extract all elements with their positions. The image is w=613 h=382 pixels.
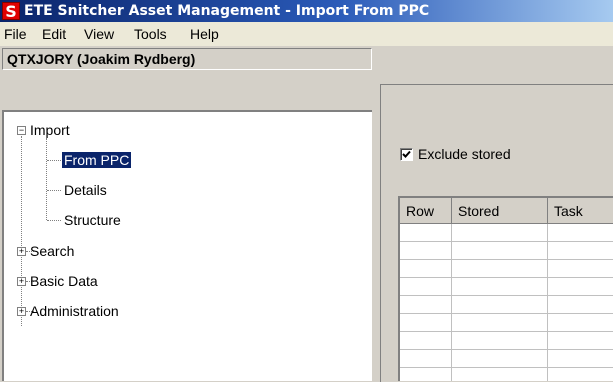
menu-help[interactable]: Help — [188, 25, 221, 43]
table-row[interactable] — [400, 314, 613, 332]
table-row[interactable] — [400, 332, 613, 350]
table-row[interactable] — [400, 242, 613, 260]
expand-icon[interactable]: + — [17, 247, 26, 256]
tree-item-label: Details — [64, 182, 107, 198]
expand-icon[interactable]: + — [17, 307, 26, 316]
column-header-task[interactable]: Task — [548, 198, 613, 224]
table-row[interactable] — [400, 296, 613, 314]
tree-item-administration[interactable]: Administration — [30, 302, 119, 320]
app-icon[interactable]: S — [2, 2, 20, 21]
tree-item-label: Search — [30, 243, 75, 259]
expand-icon[interactable]: + — [17, 277, 26, 286]
tree-item-details[interactable]: Details — [64, 181, 107, 199]
tree-item-import[interactable]: Import — [30, 121, 70, 139]
title-bar[interactable]: S ETE Snitcher Asset Management - Import… — [0, 0, 613, 22]
tree-item-label: Import — [30, 122, 70, 138]
tree-root-line — [21, 136, 22, 326]
tree-item-basic-data[interactable]: Basic Data — [30, 272, 98, 290]
table-row[interactable] — [400, 368, 613, 381]
navigation-tree[interactable]: − Import From PPC Details Structure + Se… — [2, 110, 372, 381]
menu-bar: File Edit View Tools Help — [0, 22, 613, 46]
tree-item-label: From PPC — [62, 152, 132, 168]
checkmark-icon — [402, 150, 411, 158]
table-row[interactable] — [400, 260, 613, 278]
table-row[interactable] — [400, 224, 613, 242]
tree-child-line — [46, 138, 47, 220]
grid-header: Row Stored Task — [400, 198, 613, 224]
tree-connector — [47, 220, 61, 221]
collapse-icon[interactable]: − — [17, 126, 26, 135]
window-title: ETE Snitcher Asset Management - Import F… — [24, 3, 430, 19]
column-header-row[interactable]: Row — [400, 198, 452, 224]
table-row[interactable] — [400, 278, 613, 296]
tree-connector — [47, 190, 61, 191]
tree-item-from-ppc[interactable]: From PPC — [62, 151, 132, 169]
tree-item-search[interactable]: Search — [30, 242, 74, 260]
tree-item-label: Basic Data — [30, 273, 98, 289]
menu-edit[interactable]: Edit — [40, 25, 68, 43]
import-grid[interactable]: Row Stored Task — [398, 196, 613, 381]
menu-tools[interactable]: Tools — [132, 25, 169, 43]
menu-file[interactable]: File — [2, 25, 29, 43]
menu-view[interactable]: View — [82, 25, 116, 43]
tree-connector — [47, 160, 61, 161]
exclude-stored-checkbox[interactable] — [400, 148, 413, 161]
tree-item-label: Structure — [64, 212, 121, 228]
user-header: QTXJORY (Joakim Rydberg) — [2, 48, 372, 70]
column-header-stored[interactable]: Stored — [452, 198, 548, 224]
table-row[interactable] — [400, 350, 613, 368]
tree-item-label: Administration — [30, 303, 119, 319]
exclude-stored-label[interactable]: Exclude stored — [418, 146, 511, 162]
tree-item-structure[interactable]: Structure — [64, 211, 121, 229]
